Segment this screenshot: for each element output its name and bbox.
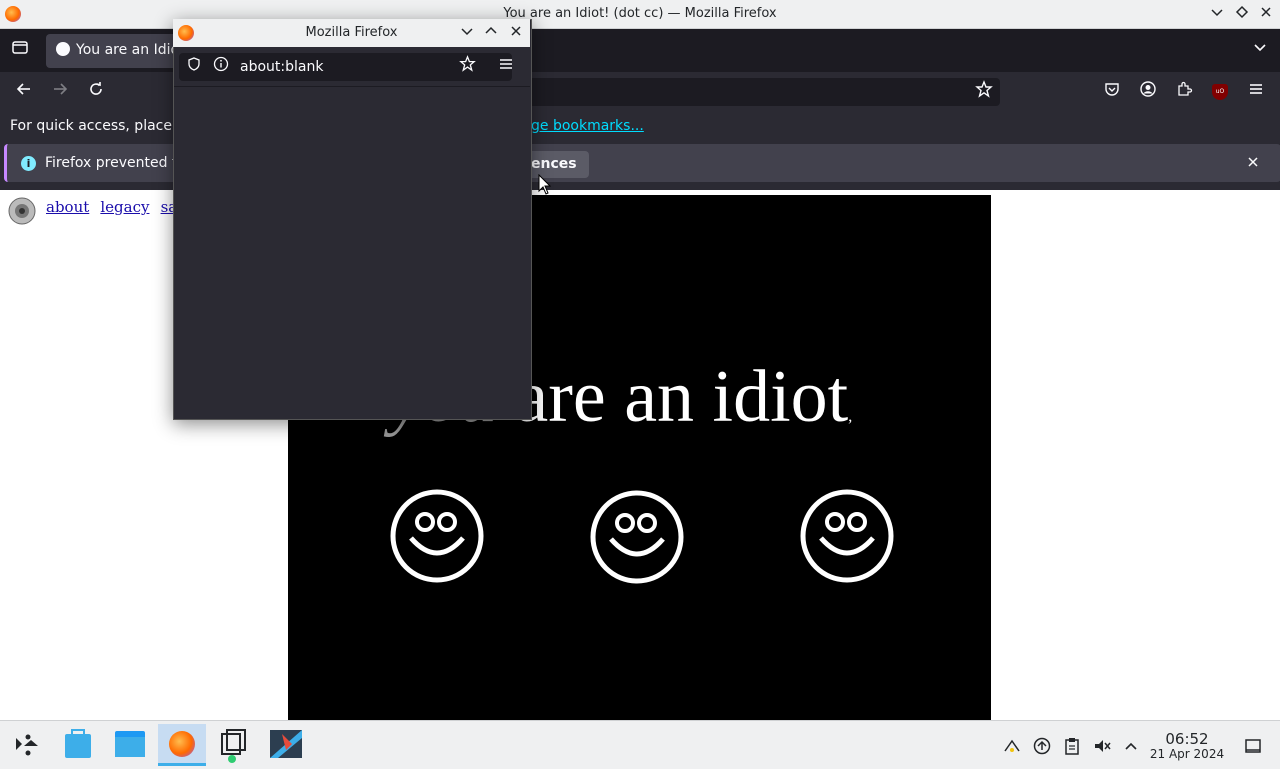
extensions-icon[interactable]	[1172, 80, 1196, 104]
manage-bookmarks-link[interactable]: ge bookmarks...	[531, 118, 644, 134]
popup-bookmark-star-icon[interactable]	[455, 55, 479, 79]
close-notification-icon[interactable]	[1241, 152, 1265, 176]
headline-trailing-mark: ,	[848, 408, 853, 425]
info-icon: i	[21, 156, 36, 171]
bookmark-star-icon[interactable]	[972, 80, 996, 104]
pocket-icon[interactable]	[1100, 80, 1124, 104]
forward-icon[interactable]	[48, 80, 72, 104]
volume-muted-icon[interactable]	[1092, 736, 1112, 756]
preferences-button-label: ences	[531, 156, 577, 172]
close-button[interactable]	[1257, 5, 1275, 23]
firefox-icon	[169, 731, 195, 757]
taskbar-firefox[interactable]	[158, 724, 206, 766]
tab-label: You are an Idiot! (dot cc)	[76, 42, 186, 58]
shield-icon[interactable]	[182, 55, 206, 79]
list-all-tabs-icon[interactable]	[1248, 38, 1272, 62]
clipboard-icon[interactable]	[1062, 736, 1082, 756]
chevron-up-icon[interactable]	[1121, 736, 1141, 756]
updates-icon[interactable]	[1032, 736, 1052, 756]
clock-time[interactable]: 06:52	[1150, 730, 1224, 748]
tab-overview-icon[interactable]	[8, 38, 32, 62]
back-icon[interactable]	[12, 80, 36, 104]
site-info-icon[interactable]	[209, 55, 233, 79]
reload-icon[interactable]	[84, 80, 108, 104]
about-link[interactable]: about	[46, 198, 89, 216]
headline-bright: are an idiot	[496, 356, 849, 438]
smiley-face-icon	[589, 489, 685, 585]
clock-date: 21 Apr 2024	[1149, 747, 1225, 761]
account-icon[interactable]	[1136, 80, 1160, 104]
popup-title: Mozilla Firefox	[305, 25, 398, 40]
popup-maximize-button[interactable]	[482, 24, 500, 42]
mouse-cursor-icon	[538, 173, 552, 200]
smiley-favicon-icon	[56, 42, 70, 56]
krita-app-icon[interactable]	[262, 724, 310, 766]
speaker-icon[interactable]	[7, 196, 39, 226]
file-manager-icon[interactable]	[106, 724, 154, 766]
app-launcher-icon[interactable]	[2, 724, 50, 766]
popup-close-button[interactable]	[507, 24, 525, 42]
popup-titlebar: Mozilla Firefox	[173, 19, 530, 47]
smiley-face-icon	[389, 488, 485, 584]
popup-url-text: about:blank	[240, 59, 324, 75]
minimize-button[interactable]	[1208, 5, 1226, 23]
smiley-face-icon	[799, 488, 895, 584]
maximize-button[interactable]	[1233, 5, 1251, 23]
url-bar[interactable]	[520, 78, 1000, 106]
legacy-link[interactable]: legacy	[100, 198, 149, 216]
popup-blank-content	[174, 88, 530, 418]
ublock-origin-icon[interactable]: uO	[1212, 84, 1228, 100]
discover-store-icon[interactable]	[54, 724, 102, 766]
notification-text: Firefox prevented t	[45, 155, 178, 171]
show-desktop-icon[interactable]	[1243, 736, 1263, 756]
app-menu-icon[interactable]	[1244, 80, 1268, 104]
network-icon[interactable]	[1002, 736, 1022, 756]
popup-menu-icon[interactable]	[494, 55, 518, 79]
virtual-desktops-icon[interactable]	[210, 724, 258, 766]
bookmarks-hint-text: For quick access, place y	[10, 118, 185, 134]
popup-minimize-button[interactable]	[458, 24, 476, 42]
